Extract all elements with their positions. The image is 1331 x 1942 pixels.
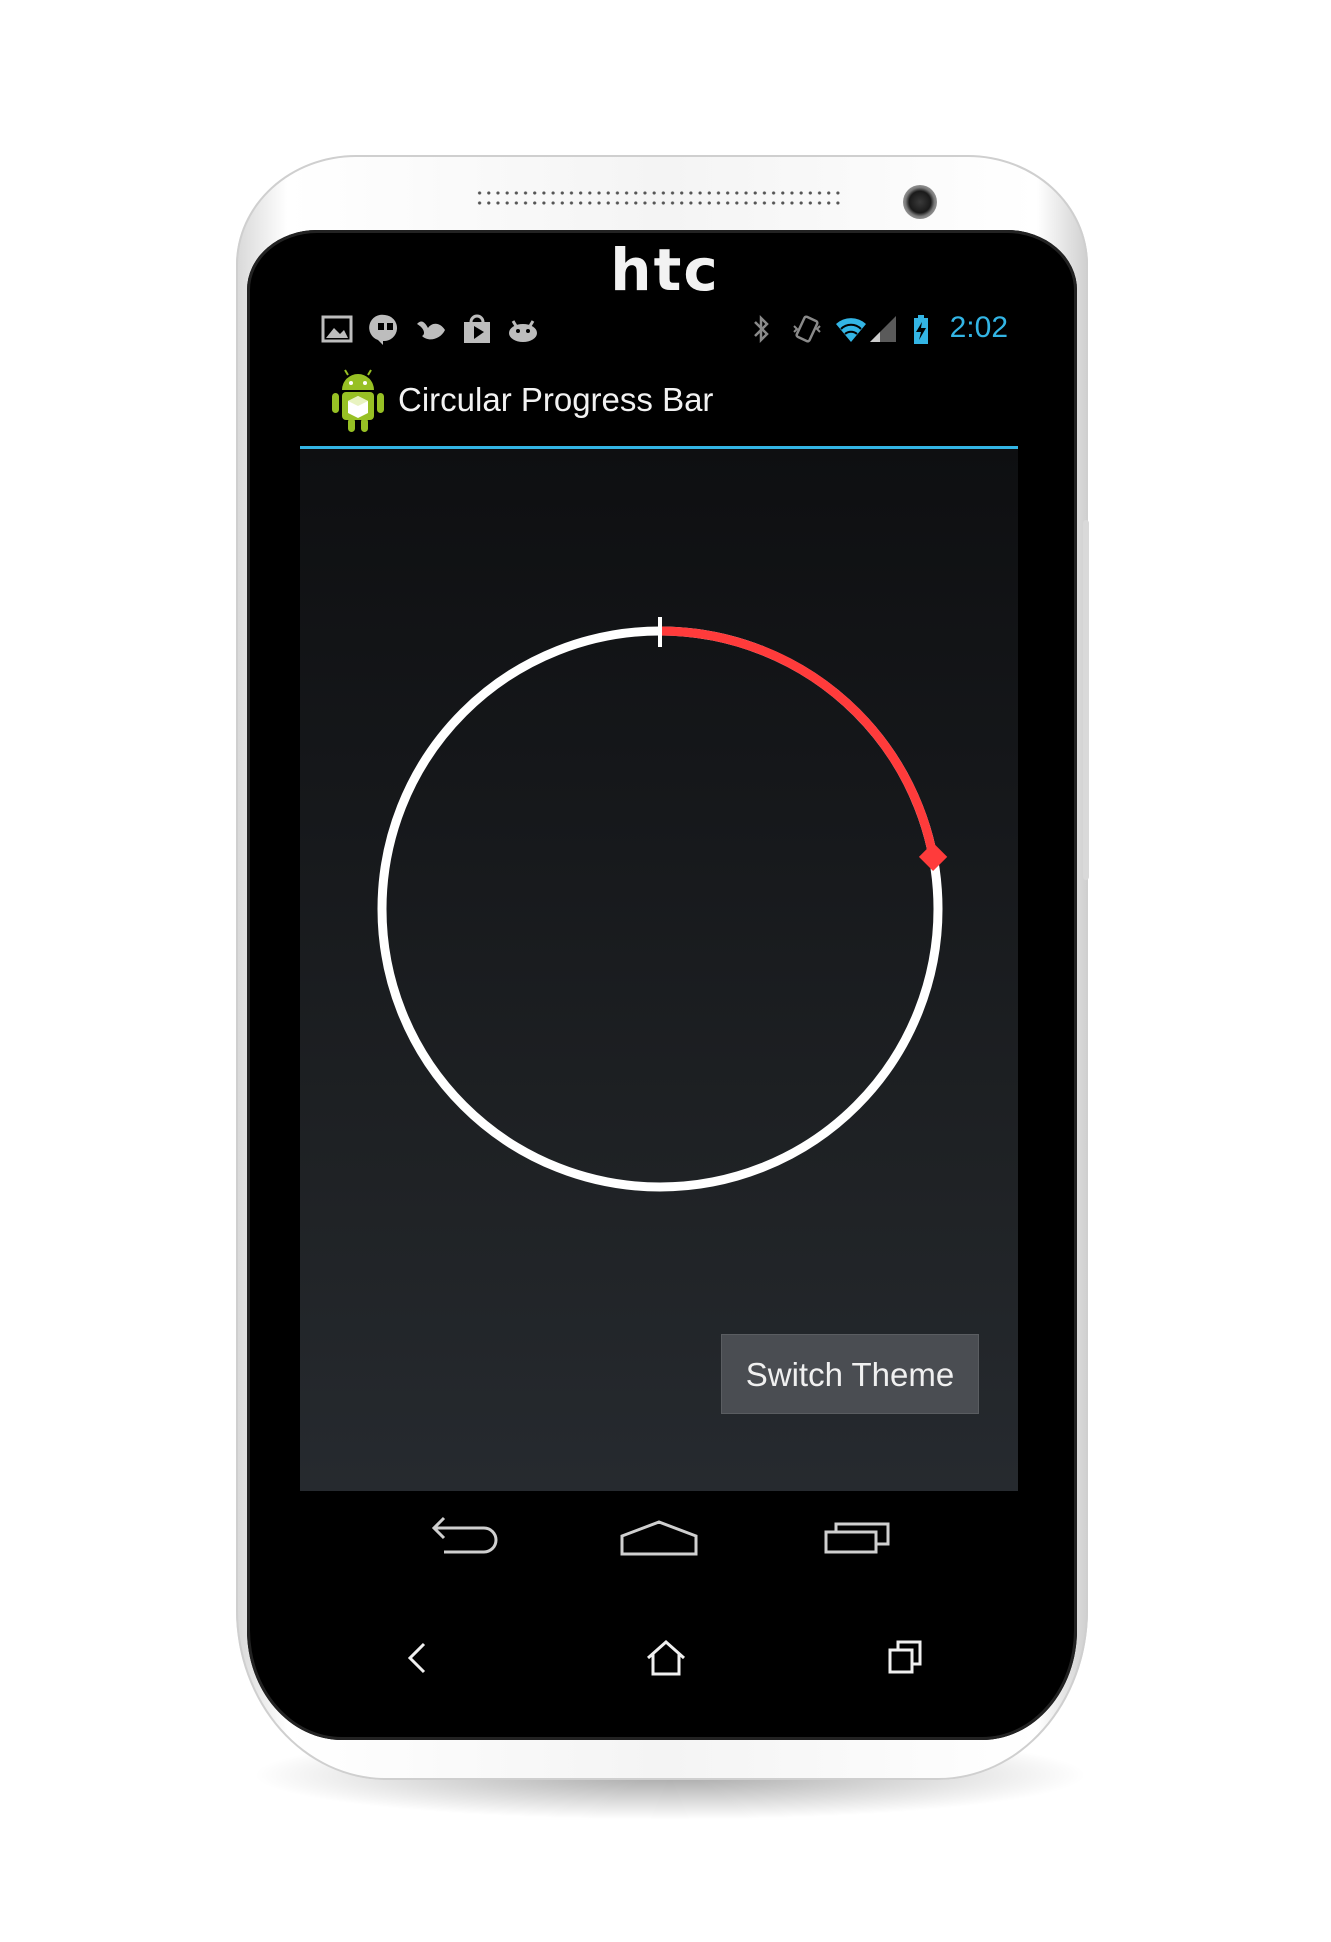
front-camera [903,185,937,219]
content-area: Switch Theme [300,449,1018,1491]
battery-charging-icon [914,315,928,344]
hardware-recent-apps-icon[interactable] [876,1630,936,1686]
app-title: Circular Progress Bar [398,381,714,418]
progress-arc [659,626,938,858]
switch-theme-button[interactable]: Switch Theme [721,1334,979,1414]
signal-icon [870,316,896,342]
android-app-icon[interactable] [328,368,388,434]
gallery-icon [321,315,353,343]
recent-apps-icon[interactable] [816,1506,906,1566]
hardware-home-icon[interactable] [636,1630,696,1686]
bluetooth-icon [754,314,769,344]
hangouts-icon [369,314,398,345]
status-time: 2:02 [949,311,1008,344]
vibrate-icon [793,315,821,343]
android-bug-icon [509,320,537,342]
circular-progress-bar[interactable] [360,609,960,1209]
play-store-icon [464,314,490,343]
brand-logo: htc [610,236,720,304]
back-icon[interactable] [422,1506,512,1566]
bird-icon [417,321,445,340]
action-bar: Circular Progress Bar [300,354,1018,449]
hardware-back-icon[interactable] [388,1630,448,1686]
side-volume-button [1083,520,1089,880]
nav-bar [300,1491,1018,1584]
speaker-grille [475,188,845,210]
home-icon[interactable] [614,1506,704,1566]
status-bar: 2:02 [300,302,1018,354]
progress-thumb[interactable] [918,842,948,872]
screen: 2:02 Circular Progress Bar Switch Theme [300,302,1018,1584]
wifi-icon [836,318,866,342]
